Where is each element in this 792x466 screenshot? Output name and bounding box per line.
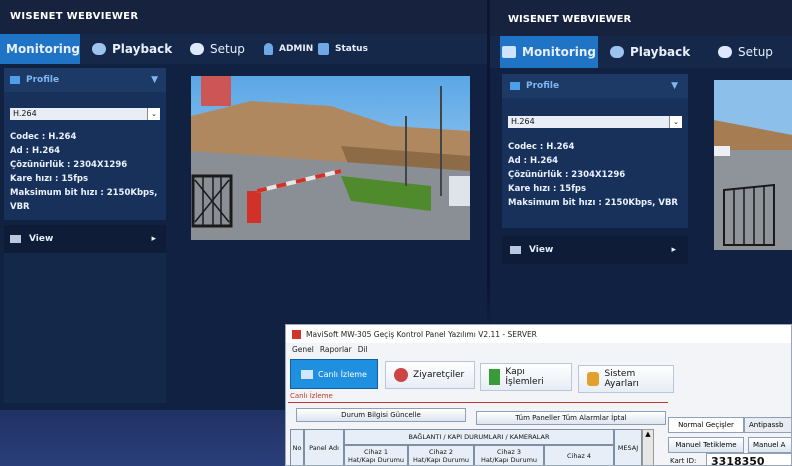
chevron-down-icon: ▼ bbox=[151, 75, 158, 85]
user-icon bbox=[264, 43, 273, 55]
camera-scene-image bbox=[191, 76, 470, 240]
section-divider bbox=[288, 402, 668, 403]
left-view-header[interactable]: View ▸ bbox=[4, 225, 166, 253]
btn-sistem-ayarlari[interactable]: Sistem Ayarları bbox=[578, 365, 674, 393]
tab-normal-gecisler[interactable]: Normal Geçişler bbox=[668, 417, 744, 433]
btn-tum-alarmlar-iptal[interactable]: Tüm Paneller Tüm Alarmlar İptal bbox=[476, 411, 666, 425]
select-arrow-icon: ⌄ bbox=[669, 116, 682, 128]
col-header-no: No bbox=[290, 429, 304, 465]
left-tab-setup[interactable]: Setup bbox=[190, 34, 245, 64]
right-header-bar: WISENET WEBVIEWER bbox=[490, 0, 792, 36]
left-info-codec: Codec : H.264 bbox=[10, 132, 77, 142]
playback-icon bbox=[610, 46, 624, 58]
left-codec-select[interactable]: H.264 ⌄ bbox=[10, 108, 160, 120]
left-tab-playback[interactable]: Playback bbox=[92, 34, 172, 64]
btn-manuel-a[interactable]: Manuel A bbox=[748, 437, 791, 453]
door-icon bbox=[489, 369, 501, 385]
kart-id-label: Kart ID: bbox=[670, 457, 697, 465]
right-info-resolution: Çözünürlük : 2304X1296 bbox=[508, 170, 626, 180]
visitor-icon bbox=[394, 368, 408, 382]
menu-dil[interactable]: Dil bbox=[358, 345, 368, 354]
btn-kapi-islemleri[interactable]: Kapı İşlemleri bbox=[480, 363, 572, 391]
btn-manuel-tetikleme[interactable]: Manuel Tetikleme bbox=[668, 437, 744, 453]
right-info-name: Ad : H.264 bbox=[508, 156, 559, 166]
right-info-codec: Codec : H.264 bbox=[508, 142, 575, 152]
table-scrollbar[interactable]: ▲ bbox=[642, 429, 654, 465]
col-header-cihaz-3: Cihaz 3 Hat/Kapı Durumu bbox=[474, 445, 544, 465]
mavisoft-titlebar: MaviSoft MW-305 Geçiş Kontrol Panel Yazı… bbox=[286, 325, 791, 343]
select-arrow-icon: ⌄ bbox=[147, 108, 160, 120]
col-header-mesaj: MESAJ bbox=[614, 429, 642, 465]
right-view-header[interactable]: View ▸ bbox=[502, 236, 688, 264]
col-header-panel-adi: Panel Adı bbox=[304, 429, 344, 465]
right-brand-logo: WISENET WEBVIEWER bbox=[508, 14, 632, 25]
right-codec-select[interactable]: H.264 ⌄ bbox=[508, 116, 682, 128]
left-sidebar-empty bbox=[4, 253, 166, 403]
left-camera-feed[interactable] bbox=[191, 76, 470, 240]
right-info-framerate: Kare hızı : 15fps bbox=[508, 184, 587, 194]
menu-raporlar[interactable]: Raporlar bbox=[320, 345, 352, 354]
chevron-right-icon: ▸ bbox=[151, 234, 156, 244]
right-tab-setup[interactable]: Setup bbox=[718, 36, 773, 68]
settings-icon bbox=[587, 372, 600, 386]
monitor-icon bbox=[510, 246, 521, 254]
camera-scene-image bbox=[714, 80, 792, 250]
left-info-framerate: Kare hızı : 15fps bbox=[10, 174, 89, 184]
right-camera-feed[interactable] bbox=[714, 80, 792, 250]
left-profile-panel: H.264 ⌄ Codec : H.264 Ad : H.264 Çözünür… bbox=[4, 92, 166, 220]
left-admin-link[interactable]: ADMIN bbox=[264, 34, 313, 64]
mavisoft-menubar: Genel Raporlar Dil bbox=[292, 345, 368, 354]
monitor-icon bbox=[502, 46, 516, 58]
monitor-icon bbox=[10, 235, 21, 243]
left-nav-bar: Monitoring Playback Setup ADMIN Status bbox=[0, 34, 487, 64]
playback-icon bbox=[92, 43, 106, 55]
col-header-cihaz-1: Cihaz 1 Hat/Kapı Durumu bbox=[344, 445, 408, 465]
right-tab-monitoring[interactable]: Monitoring bbox=[500, 36, 598, 68]
chevron-right-icon: ▸ bbox=[671, 245, 676, 255]
left-info-name: Ad : H.264 bbox=[10, 146, 61, 156]
right-nav-bar: Monitoring Playback Setup bbox=[490, 36, 792, 68]
right-webviewer-window: WISENET WEBVIEWER Monitoring Playback Se… bbox=[490, 0, 792, 335]
app-icon bbox=[292, 329, 301, 339]
left-header-bar: WISENET WEBVIEWER bbox=[0, 0, 487, 34]
col-header-cihaz-2: Cihaz 2 Hat/Kapı Durumu bbox=[408, 445, 474, 465]
camera-icon bbox=[10, 76, 20, 84]
monitor-icon bbox=[301, 369, 314, 379]
left-info-resolution: Çözünürlük : 2304X1296 bbox=[10, 160, 128, 170]
btn-ziyaretciler[interactable]: Ziyaretçiler bbox=[385, 361, 475, 389]
btn-canli-izleme[interactable]: Canlı İzleme bbox=[290, 359, 378, 389]
menu-genel[interactable]: Genel bbox=[292, 345, 314, 354]
left-tab-monitoring[interactable]: Monitoring bbox=[0, 34, 80, 64]
gear-icon bbox=[718, 46, 732, 58]
gear-icon bbox=[190, 43, 204, 55]
left-brand-logo: WISENET WEBVIEWER bbox=[10, 11, 139, 22]
left-status-link[interactable]: Status bbox=[318, 34, 368, 64]
right-tab-playback[interactable]: Playback bbox=[610, 36, 690, 68]
col-header-group: BAĞLANTI / KAPI DURUMLARI / KAMERALAR bbox=[344, 429, 614, 445]
col-header-cihaz-4: Cihaz 4 bbox=[544, 445, 614, 465]
chevron-down-icon: ▼ bbox=[671, 81, 678, 91]
left-info-bitrate: Maksimum bit hızı : 2150Kbps, VBR bbox=[10, 188, 158, 212]
right-profile-header[interactable]: Profile ▼ bbox=[502, 74, 688, 98]
camera-icon bbox=[510, 82, 520, 90]
section-label-canli-izleme: Canlı İzleme bbox=[290, 392, 333, 400]
right-info-bitrate: Maksimum bit hızı : 2150Kbps, VBR bbox=[508, 198, 678, 208]
btn-durum-bilgisi-guncelle[interactable]: Durum Bilgisi Güncelle bbox=[296, 408, 466, 422]
right-profile-panel: H.264 ⌄ Codec : H.264 Ad : H.264 Çözünür… bbox=[502, 98, 688, 228]
status-icon bbox=[318, 43, 329, 55]
mavisoft-window: MaviSoft MW-305 Geçiş Kontrol Panel Yazı… bbox=[285, 324, 792, 466]
tab-antipassback[interactable]: Antipassb bbox=[744, 417, 791, 433]
left-profile-header[interactable]: Profile ▼ bbox=[4, 68, 166, 92]
kart-id-field[interactable]: 3318350 bbox=[706, 453, 791, 465]
